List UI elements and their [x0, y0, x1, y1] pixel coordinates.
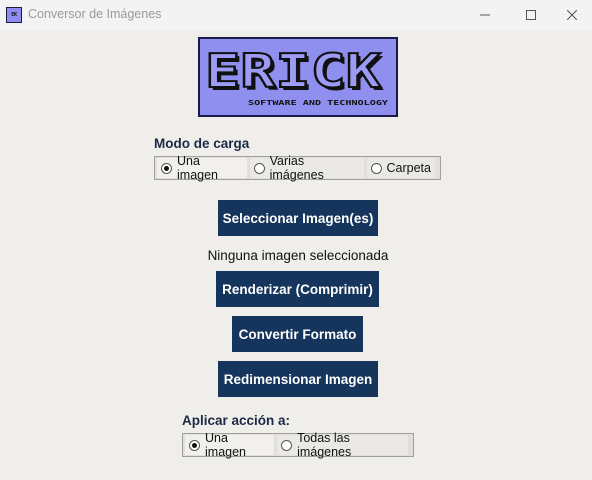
- window-title: Conversor de Imágenes: [28, 7, 162, 21]
- radio-selected-icon: [189, 439, 200, 451]
- erick-logo: ERICK ERICK SOFTWARE AND TECHNOLOGY: [198, 37, 398, 117]
- title-bar[interactable]: EK Conversor de Imágenes: [0, 0, 592, 30]
- radio-multiple-images[interactable]: Varias imágenes: [249, 154, 364, 182]
- apply-to-radio-group: Una imagen Todas las imágenes: [182, 431, 414, 459]
- radio-apply-all-label: Todas las imágenes: [297, 431, 352, 459]
- radio-unselected-icon: [253, 162, 265, 174]
- resize-image-button[interactable]: Redimensionar Imagen: [218, 361, 378, 397]
- erick-logo-icon: EK: [6, 7, 22, 23]
- apply-to-label: Aplicar acción a:: [182, 413, 291, 428]
- render-compress-button[interactable]: Renderizar (Comprimir): [216, 271, 379, 307]
- radio-single-image[interactable]: Una imagen: [157, 154, 247, 182]
- radio-apply-all[interactable]: Todas las imágenes: [277, 431, 408, 459]
- maximize-button[interactable]: [508, 0, 554, 30]
- logo-main-text-face: ERICK: [205, 44, 381, 98]
- select-images-button[interactable]: Seleccionar Imagen(es): [218, 200, 378, 236]
- radio-folder-label: Carpeta: [386, 161, 431, 175]
- radio-single-image-label: Una imagen: [177, 154, 218, 182]
- radio-unselected-icon: [281, 439, 293, 451]
- logo-sub-text: SOFTWARE AND TECHNOLOGY: [248, 99, 389, 107]
- load-mode-radio-group: Una imagen Varias imágenes Carpeta: [154, 154, 441, 182]
- radio-multiple-images-label: Varias imágenes: [269, 154, 324, 182]
- close-icon: [567, 10, 577, 20]
- minimize-icon: [480, 14, 490, 16]
- load-mode-label: Modo de carga: [154, 136, 250, 151]
- radio-selected-icon: [161, 162, 172, 174]
- close-button[interactable]: [552, 0, 592, 30]
- minimize-button[interactable]: [462, 0, 508, 30]
- radio-folder[interactable]: Carpeta: [366, 158, 435, 178]
- radio-apply-single-label: Una imagen: [205, 431, 246, 459]
- convert-format-button[interactable]: Convertir Formato: [232, 316, 363, 352]
- status-text: Ninguna imagen seleccionada: [207, 248, 389, 263]
- maximize-icon: [526, 10, 536, 20]
- app-window: EK Conversor de Imágenes ERICK ERICK SOF…: [0, 0, 592, 480]
- radio-apply-single[interactable]: Una imagen: [185, 431, 275, 459]
- radio-unselected-icon: [370, 162, 382, 174]
